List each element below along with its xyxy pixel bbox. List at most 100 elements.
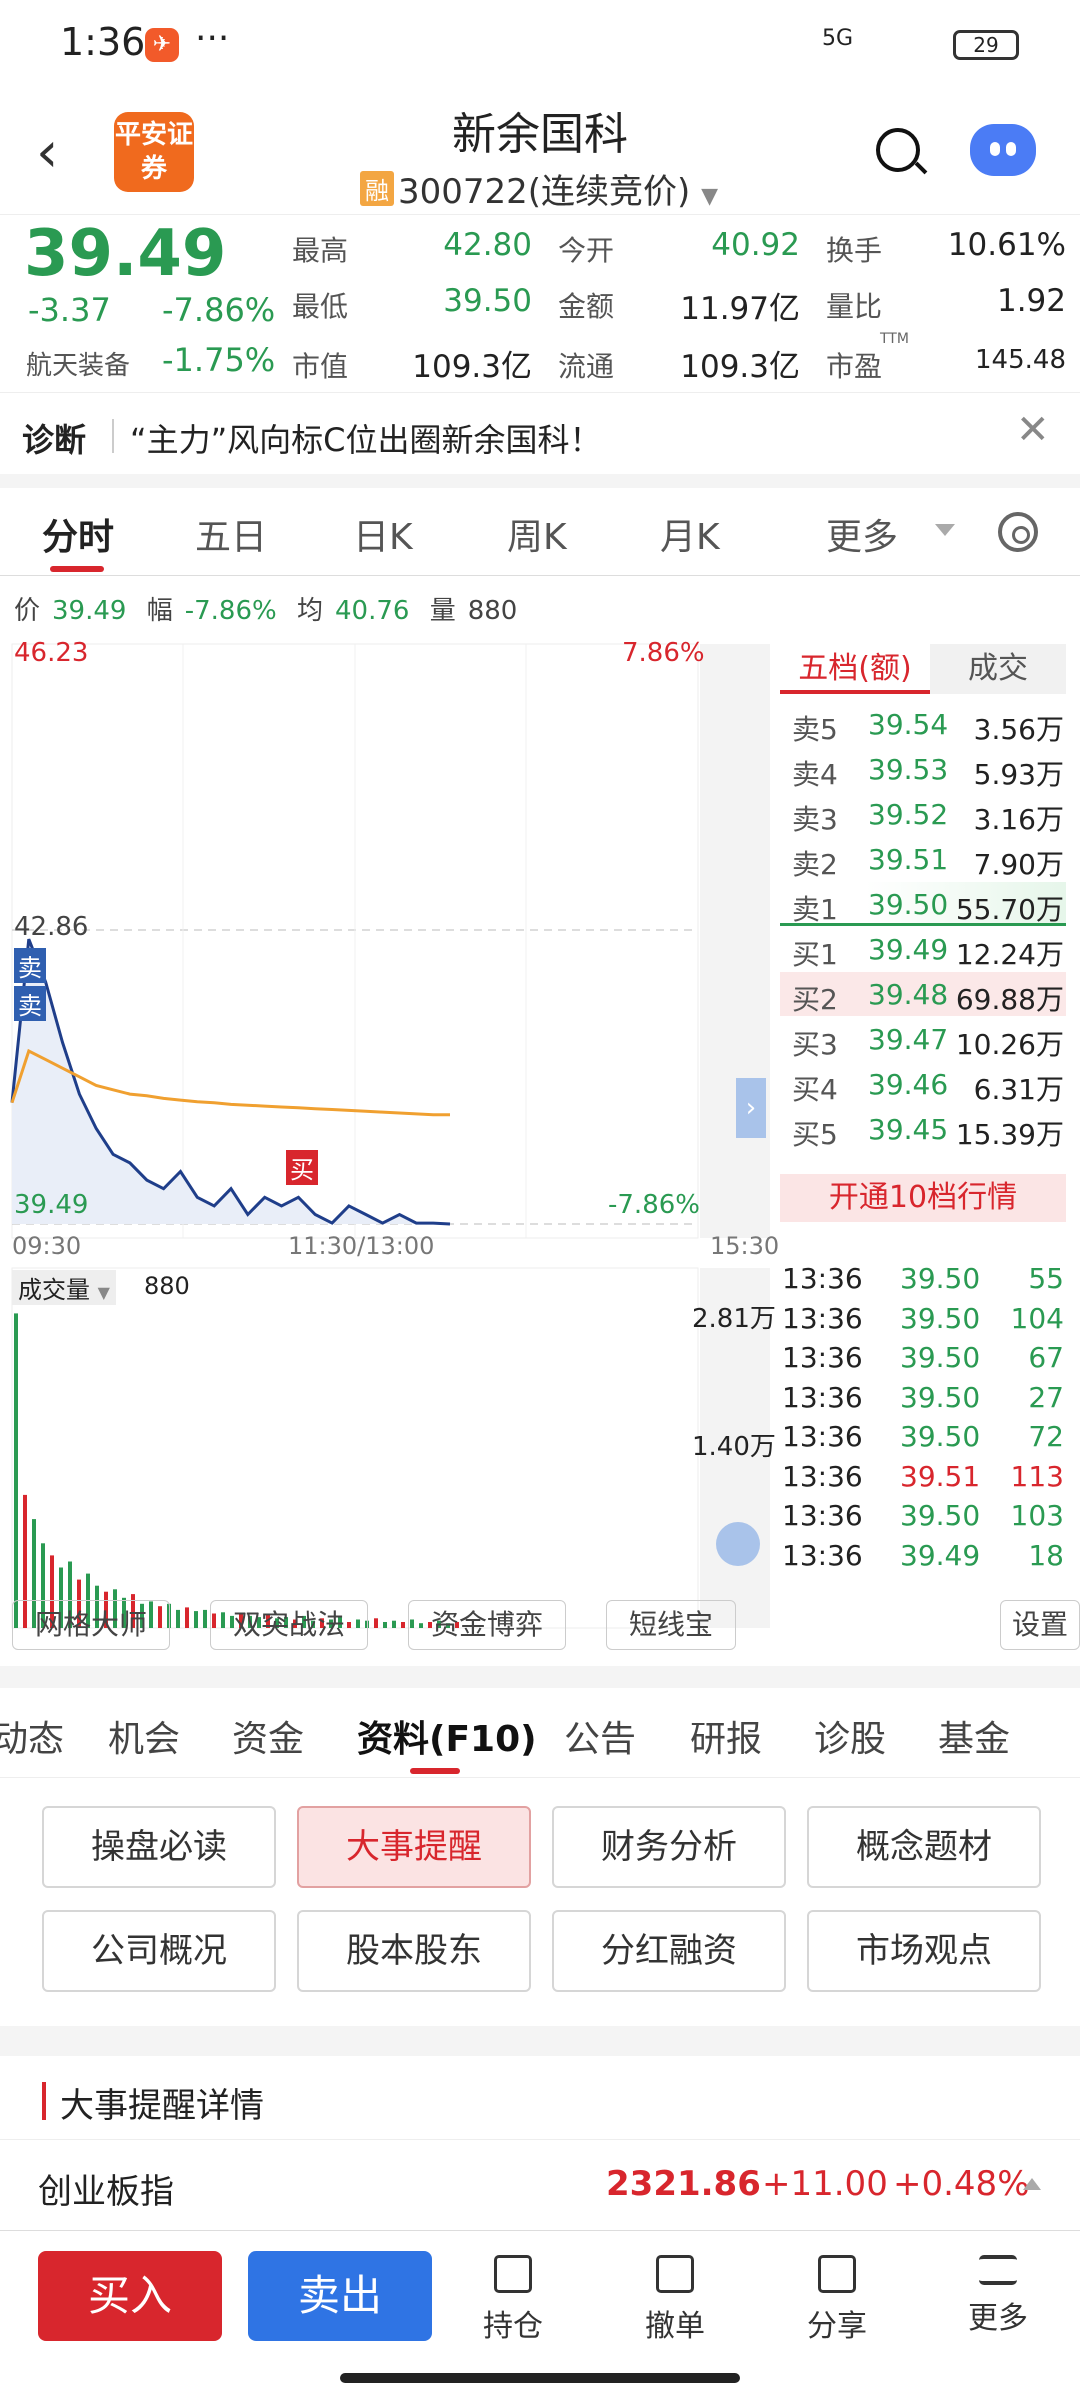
level-amount: 10.26万 [955, 1028, 1064, 1061]
f10-trading-essentials-button[interactable]: 操盘必读 [42, 1806, 276, 1888]
trade-row: 13:36 39.50 67 [780, 1341, 1066, 1380]
level-amount: 3.56万 [973, 713, 1064, 746]
index-change: +11.00 [762, 2164, 888, 2204]
buy-button[interactable]: 买入 [38, 2251, 222, 2341]
order-book-header: 五档(额) 成交 [780, 644, 1066, 694]
trade-time: 13:36 [782, 1459, 863, 1493]
tab-announcements[interactable]: 公告 [564, 1710, 636, 1762]
share-label: 分享 [807, 2309, 867, 2344]
search-icon[interactable] [876, 128, 920, 172]
open-ten-levels-button[interactable]: 开通10档行情 [780, 1174, 1066, 1222]
trade-volume: 104 [1010, 1301, 1064, 1335]
trade-volume: 55 [1028, 1262, 1064, 1295]
buy-signal-marker[interactable]: 买 [286, 1150, 318, 1185]
tab-trades[interactable]: 成交 [930, 644, 1066, 694]
level-amount: 7.90万 [973, 848, 1064, 881]
trade-time: 13:36 [782, 1341, 863, 1374]
section-divider [0, 1666, 1080, 1688]
level-label: 买3 [792, 1028, 838, 1061]
menu-icon [979, 2255, 1017, 2285]
f10-major-events-button[interactable]: 大事提醒 [297, 1806, 531, 1888]
section-divider [0, 2026, 1080, 2056]
more-button[interactable]: 更多 [948, 2255, 1048, 2337]
close-icon[interactable]: ✕ [1016, 407, 1050, 453]
grid-master-button[interactable]: 网格大师 [12, 1600, 170, 1650]
volume-axis-mid: 1.40万 [692, 1432, 776, 1462]
f10-dividends-button[interactable]: 分红融资 [552, 1910, 786, 1992]
tab-daily-k[interactable]: 日K [353, 508, 413, 560]
f10-company-profile-button[interactable]: 公司概况 [42, 1910, 276, 1992]
f10-shareholders-button[interactable]: 股本股东 [297, 1910, 531, 1992]
tab-news[interactable]: 动态 [0, 1710, 64, 1762]
double-breakout-button[interactable]: 双突战法 [210, 1600, 368, 1650]
tab-more[interactable]: 更多 [826, 508, 898, 560]
info-price-label: 价 [14, 596, 41, 626]
y-axis-mid-label: 42.86 [14, 912, 89, 942]
f10-concepts-button[interactable]: 概念题材 [807, 1806, 1041, 1888]
level-price: 39.48 [868, 978, 949, 1011]
price-change-pct: -7.86% [162, 291, 276, 329]
tab-weekly-k[interactable]: 周K [507, 508, 567, 560]
tab-five-levels[interactable]: 五档(额) [780, 644, 930, 694]
tab-intraday[interactable]: 分时 [42, 508, 114, 560]
level-label: 卖5 [792, 713, 838, 746]
f10-market-views-button[interactable]: 市场观点 [807, 1910, 1041, 1992]
volume-indicator-selector[interactable]: 成交量 ▼ [12, 1270, 116, 1305]
x-axis-label-mid: 11:30/13:00 [288, 1232, 435, 1260]
tab-research[interactable]: 研报 [690, 1710, 762, 1762]
level-label: 卖1 [792, 893, 838, 926]
market-cap-label: 市值 [292, 350, 349, 383]
short-line-button[interactable]: 短线宝 [606, 1600, 736, 1650]
fullscreen-icon[interactable] [716, 1522, 760, 1566]
diagnosis-text: “主力”风向标C位出圈新余国科！ [130, 421, 602, 459]
fund-game-button[interactable]: 资金博弈 [408, 1600, 566, 1650]
tab-opportunity[interactable]: 机会 [108, 1710, 180, 1762]
major-events-detail-header[interactable]: 大事提醒详情 [0, 2060, 1080, 2140]
tab-funds-flow[interactable]: 资金 [232, 1710, 304, 1762]
sell-button[interactable]: 卖出 [248, 2251, 432, 2341]
tab-monthly-k[interactable]: 月K [660, 508, 720, 560]
tab-fund[interactable]: 基金 [938, 1710, 1010, 1762]
index-change-pct: +0.48% [893, 2164, 1030, 2204]
index-ticker[interactable]: 创业板指 2321.86 +11.00 +0.48% [0, 2140, 1080, 2230]
sell-signal-marker[interactable]: 卖 [14, 948, 46, 983]
stock-code-line[interactable]: 融 300722(连续竞价) ▼ [360, 164, 718, 213]
open-label: 今开 [558, 234, 615, 267]
volume-frame [11, 1267, 699, 1629]
settings-button[interactable]: 设置 [1000, 1600, 1080, 1650]
order-book-row: 买4 39.46 6.31万 [780, 1062, 1066, 1106]
sell-signal-marker[interactable]: 卖 [14, 986, 46, 1021]
order-book-row: 买3 39.47 10.26万 [780, 1017, 1066, 1061]
pe-value: 145.48 [975, 345, 1066, 375]
diagnosis-label: 诊断 [22, 421, 87, 459]
home-indicator [340, 2373, 740, 2383]
y-axis-top-pct-label: 7.86% [622, 638, 705, 668]
tab-f10[interactable]: 资料(F10) [357, 1710, 537, 1762]
gear-icon[interactable] [998, 512, 1038, 552]
trade-time: 13:36 [782, 1380, 863, 1414]
tab-five-day[interactable]: 五日 [195, 508, 267, 560]
low-value: 39.50 [443, 283, 532, 319]
positions-button[interactable]: 持仓 [463, 2255, 563, 2345]
info-amp-label: 幅 [146, 596, 173, 626]
volume-value: 880 [144, 1272, 190, 1300]
y-axis-top-label: 46.23 [14, 638, 89, 668]
assistant-robot-icon[interactable] [970, 124, 1036, 176]
f10-financial-analysis-button[interactable]: 财务分析 [552, 1806, 786, 1888]
diagnosis-banner[interactable]: 诊断 “主力”风向标C位出圈新余国科！ ✕ [0, 392, 1080, 477]
trade-price: 39.50 [900, 1262, 981, 1295]
volume-ratio-value: 1.92 [996, 283, 1066, 319]
sector-name[interactable]: 航天装备 [26, 345, 130, 382]
volume-ratio-label: 量比 [826, 290, 883, 323]
level-price: 39.50 [868, 888, 949, 921]
trade-row: 13:36 39.50 72 [780, 1420, 1066, 1459]
divider [112, 419, 114, 453]
chevron-down-icon: ▼ [97, 1283, 110, 1302]
battery-icon: 29 [953, 30, 1019, 60]
trade-volume: 27 [1028, 1380, 1064, 1414]
share-button[interactable]: 分享 [787, 2255, 887, 2345]
level-label: 卖3 [792, 803, 838, 836]
trade-row: 13:36 39.51 113 [780, 1460, 1066, 1499]
cancel-order-button[interactable]: 撤单 [625, 2255, 725, 2345]
tab-diagnosis[interactable]: 诊股 [814, 1710, 886, 1762]
